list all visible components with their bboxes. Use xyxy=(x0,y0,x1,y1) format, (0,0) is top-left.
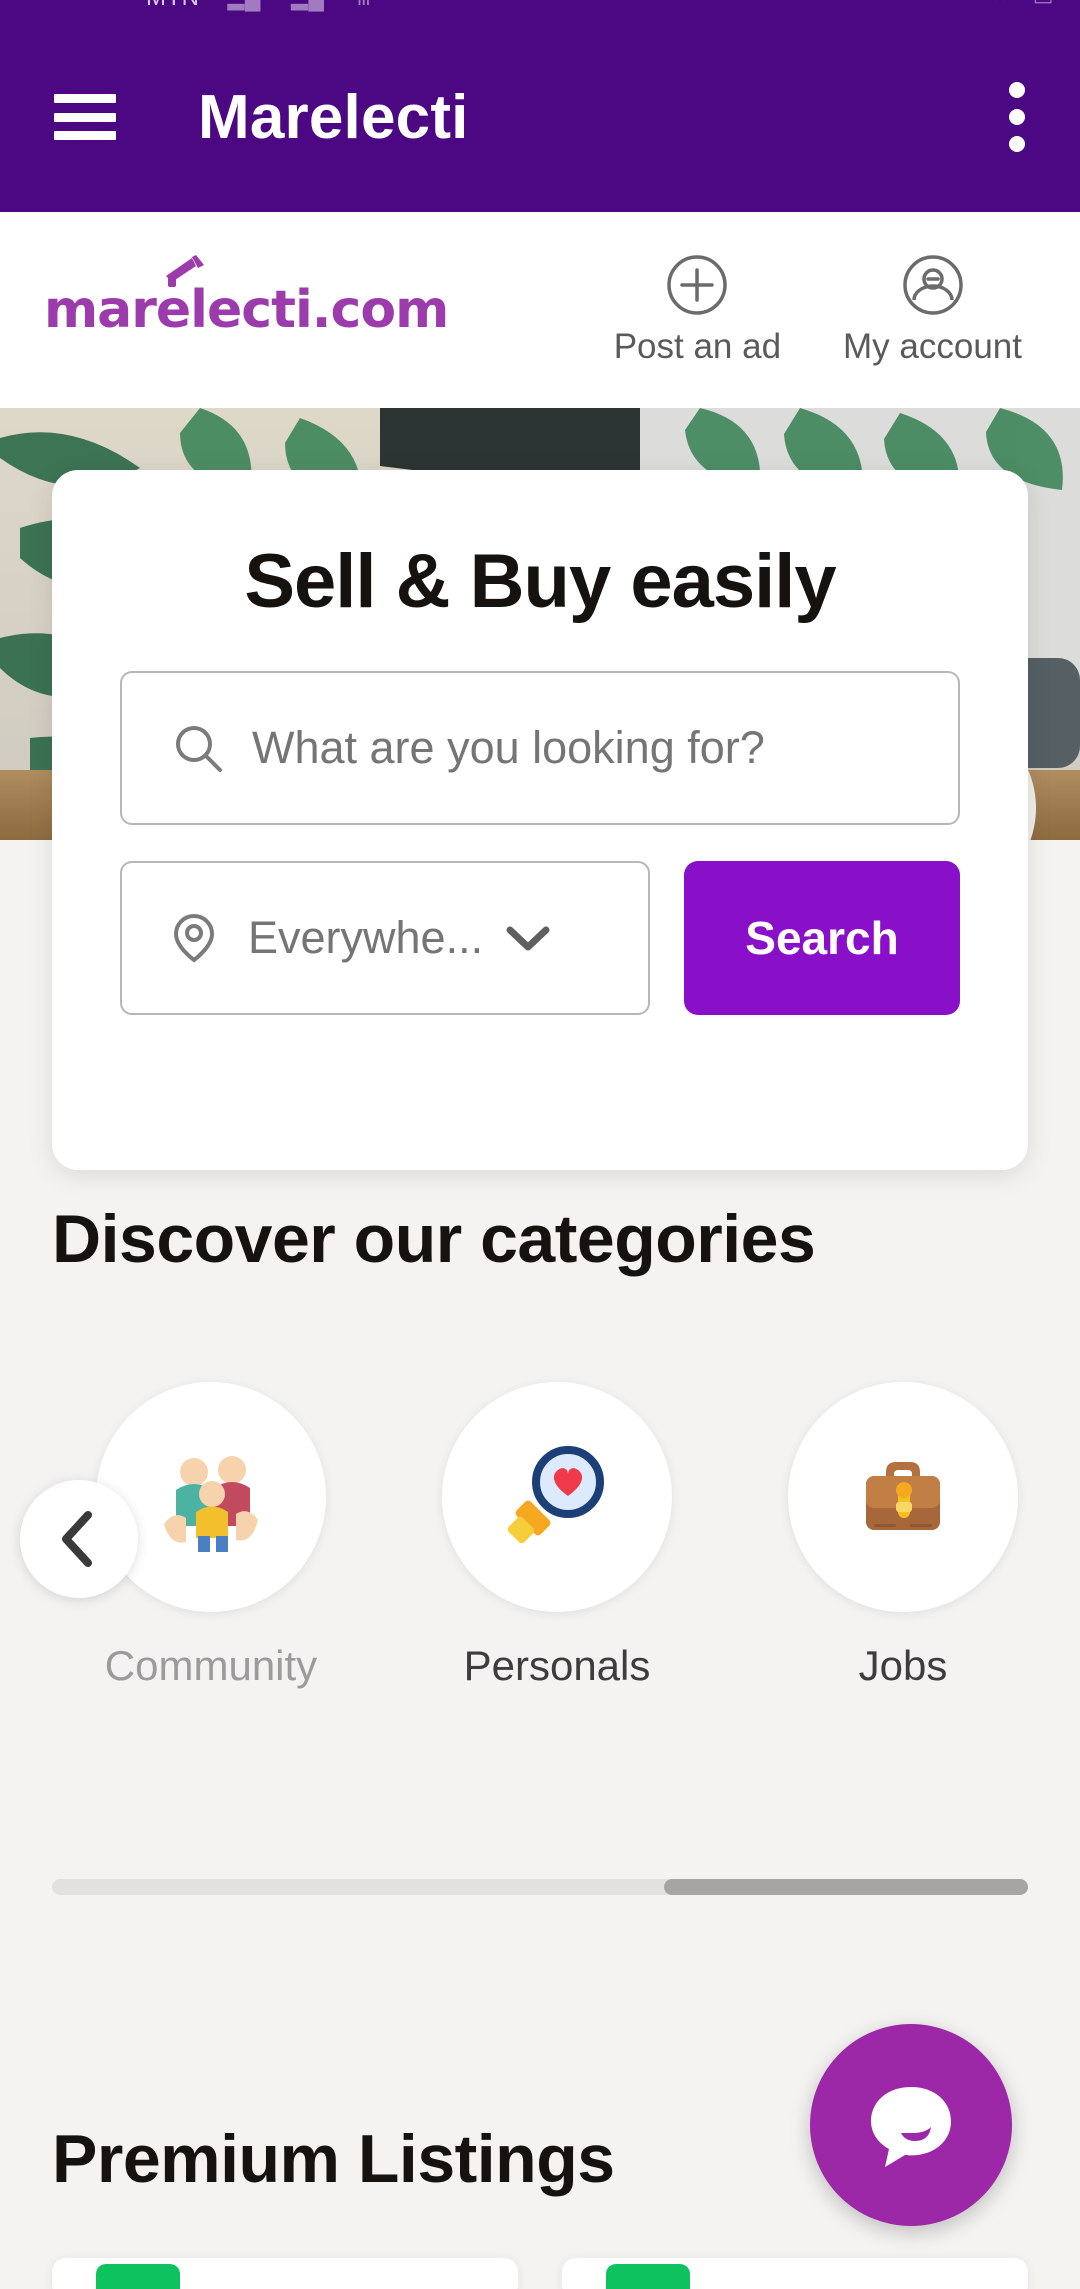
map-pin-icon xyxy=(173,913,215,963)
location-select[interactable]: Everywhe... xyxy=(120,861,650,1015)
category-icon-wrapper xyxy=(96,1382,326,1612)
app-title: Marelecti xyxy=(198,82,469,152)
hero-title: Sell & Buy easily xyxy=(244,539,836,624)
site-header: marelecti.com Post an ad My account xyxy=(0,212,1080,408)
my-account-label: My account xyxy=(843,327,1022,366)
bluetooth-icon: ⋔ xyxy=(355,0,374,11)
hamburger-menu-icon[interactable] xyxy=(54,94,116,140)
post-an-ad-label: Post an ad xyxy=(613,327,782,366)
premium-listings-title: Premium Listings xyxy=(52,2121,615,2197)
listing-card[interactable] xyxy=(52,2258,518,2289)
plus-circle-icon xyxy=(667,255,728,315)
site-logo[interactable]: marelecti.com xyxy=(44,255,449,340)
briefcase-icon xyxy=(866,1462,940,1530)
category-label: Jobs xyxy=(858,1642,948,1689)
categories-carousel[interactable]: Community Personals Jobs xyxy=(0,1382,1080,1690)
carousel-prev-button[interactable] xyxy=(20,1480,138,1598)
kebab-menu-icon[interactable] xyxy=(1008,82,1026,152)
search-input-placeholder: What are you looking for? xyxy=(252,722,765,773)
app-root: MTN ▂▄ ▂▄ ⋔ ◔ ▭ Marelecti marelecti.com xyxy=(0,0,1080,2289)
android-status-bar: MTN ▂▄ ▂▄ ⋔ ◔ ▭ xyxy=(0,0,1080,22)
app-bar: Marelecti xyxy=(0,22,1080,212)
location-select-value: Everywhe... xyxy=(248,912,484,963)
category-item-jobs[interactable]: Jobs xyxy=(788,1382,1018,1690)
premium-listings-row xyxy=(52,2258,1028,2289)
category-icon-wrapper xyxy=(442,1382,672,1612)
site-logo-text: marelecti.com xyxy=(44,280,449,340)
chat-bubble-icon xyxy=(871,2087,951,2167)
categories-scrollbar-thumb[interactable] xyxy=(664,1879,1028,1895)
search-card: Sell & Buy easily What are you looking f… xyxy=(52,470,1028,1170)
category-label: Community xyxy=(104,1642,318,1689)
status-left-icons: ▂▄ ▂▄ ⋔ xyxy=(227,0,373,11)
chat-fab-button[interactable] xyxy=(810,2024,1012,2226)
categories-scrollbar-track[interactable] xyxy=(52,1879,1028,1895)
categories-section: Discover our categories Community Person… xyxy=(0,1200,1080,1690)
alarm-icon: ◔ xyxy=(993,0,1007,11)
magnifier-heart-icon xyxy=(507,1446,604,1544)
my-account-button[interactable]: My account xyxy=(843,253,1022,367)
signal-icon: ▂▄ xyxy=(227,0,261,11)
category-icon-wrapper xyxy=(788,1382,1018,1612)
megaphone-icon xyxy=(166,255,204,287)
chevron-left-icon xyxy=(62,1511,92,1567)
user-account-icon xyxy=(902,255,963,315)
wifi-icon: ▂▄ xyxy=(291,0,325,11)
family-in-hand-icon xyxy=(164,1456,258,1552)
listing-badge xyxy=(96,2264,180,2289)
search-controls-row: Everywhe... Search xyxy=(120,861,960,1015)
listing-badge xyxy=(606,2264,690,2289)
post-an-ad-button[interactable]: Post an ad xyxy=(614,253,781,367)
search-input[interactable]: What are you looking for? xyxy=(120,671,960,825)
categories-title: Discover our categories xyxy=(52,1201,816,1277)
search-button[interactable]: Search xyxy=(684,861,960,1015)
battery-icon: ▭ xyxy=(1033,0,1054,11)
status-carrier-label: MTN xyxy=(146,0,199,12)
listing-card[interactable] xyxy=(562,2258,1028,2289)
status-right-icons: ◔ ▭ xyxy=(993,0,1054,11)
search-icon xyxy=(176,726,222,772)
category-label: Personals xyxy=(463,1642,651,1689)
header-actions: Post an ad My account xyxy=(614,253,1036,367)
category-item-personals[interactable]: Personals xyxy=(442,1382,672,1690)
chevron-down-icon xyxy=(506,926,550,951)
